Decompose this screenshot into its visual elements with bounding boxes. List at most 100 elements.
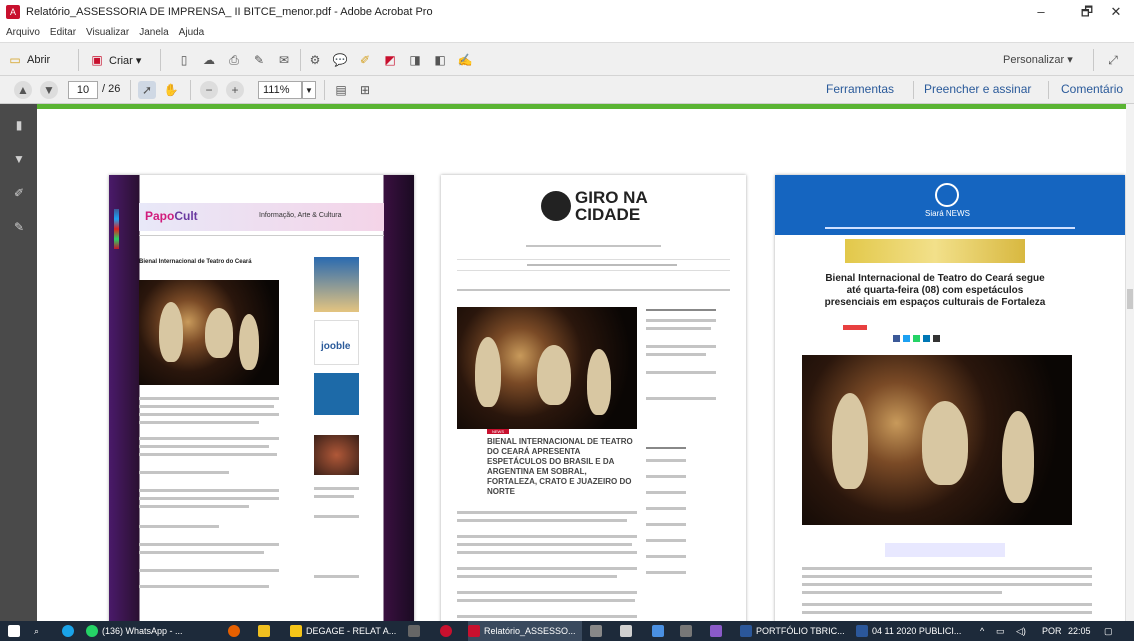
twitter-icon[interactable] — [903, 335, 910, 342]
toolbar-divider — [78, 49, 79, 71]
pen-icon — [620, 625, 632, 637]
task-portfolio[interactable]: PORTFÓLIO TBRIC... — [740, 621, 845, 641]
tray-language[interactable]: POR — [1042, 621, 1062, 641]
page-thumbnails-icon[interactable]: ▮ — [10, 116, 28, 134]
mail-icon: ✉ — [278, 53, 290, 67]
linkedin-icon[interactable] — [923, 335, 930, 342]
bookmark-icon[interactable]: ▼ — [10, 150, 28, 168]
toolbar-divider — [130, 80, 131, 100]
combine-button[interactable]: ◨ — [406, 51, 424, 69]
export-button[interactable]: ◧ — [431, 51, 449, 69]
tray-chevron[interactable]: ^ — [980, 621, 984, 641]
zoom-input[interactable]: 111% — [258, 81, 302, 99]
tray-clock[interactable]: 22:05 — [1068, 621, 1091, 641]
zoom-in-button[interactable]: + — [226, 81, 244, 99]
next-page-button[interactable]: ▼ — [40, 81, 58, 99]
network-icon: ▭ — [996, 625, 1005, 636]
search-button[interactable]: ⌕ — [34, 621, 39, 641]
article-photo — [457, 307, 637, 429]
scrollbar-thumb[interactable] — [1127, 289, 1133, 309]
attachment-icon[interactable]: ✐ — [10, 184, 28, 202]
tray-volume[interactable]: ◁) — [1016, 621, 1026, 641]
edit-button[interactable]: ✎ — [250, 51, 268, 69]
comment-pane-button[interactable]: Comentário — [1061, 82, 1123, 96]
toolbar-divider — [913, 81, 914, 99]
email-icon[interactable] — [933, 335, 940, 342]
task-degage[interactable]: DEGAGE - RELAT A... — [290, 621, 396, 641]
menu-visualizar[interactable]: Visualizar — [86, 27, 129, 38]
highlight-icon: ✐ — [359, 53, 371, 67]
select-tool-button[interactable]: ➚ — [138, 81, 156, 99]
prev-page-button[interactable]: ▲ — [14, 81, 32, 99]
minus-icon: − — [200, 81, 218, 99]
gear-icon: ⚙ — [309, 53, 321, 67]
sign-button[interactable]: ✍ — [456, 51, 474, 69]
task-pen[interactable] — [620, 621, 636, 641]
task-media[interactable] — [652, 621, 668, 641]
site-logo: PapoCult — [145, 209, 198, 223]
browser-icon — [62, 625, 74, 637]
category-badge — [843, 325, 867, 330]
task-people[interactable] — [710, 621, 726, 641]
fit-width-button[interactable]: ⊞ — [356, 81, 374, 99]
acrobat-icon: A — [6, 5, 20, 19]
article-photo — [802, 355, 1072, 525]
task-publico[interactable]: 04 11 2020 PUBLICI... — [856, 621, 961, 641]
fit-page-icon: ▤ — [335, 83, 347, 97]
pdf-page-papocult: PapoCult Informação, Arte & Cultura Bien… — [109, 175, 414, 621]
task-edge[interactable] — [62, 621, 78, 641]
facebook-icon[interactable] — [893, 335, 900, 342]
minimize-button[interactable]: – — [1018, 0, 1064, 24]
start-button[interactable] — [8, 621, 24, 641]
page-total-label: / 26 — [102, 83, 121, 95]
highlight-button[interactable]: ✐ — [356, 51, 374, 69]
task-calc2[interactable] — [680, 621, 696, 641]
chrome-icon — [86, 625, 98, 637]
site-header: Siará NEWS — [775, 175, 1125, 235]
task-app[interactable] — [258, 621, 274, 641]
task-firefox[interactable] — [228, 621, 244, 641]
document-view[interactable]: PapoCult Informação, Arte & Cultura Bien… — [37, 109, 1126, 621]
open-button[interactable]: ▭ Abrir — [6, 51, 50, 69]
create-label: Criar ▾ — [109, 54, 142, 67]
hand-tool-button[interactable]: ✋ — [162, 81, 180, 99]
whatsapp-icon[interactable] — [913, 335, 920, 342]
toolbar-divider — [300, 49, 301, 71]
tray-network[interactable]: ▭ — [996, 621, 1005, 641]
page-number-input[interactable]: 10 — [68, 81, 98, 99]
fill-sign-pane-button[interactable]: Preencher e assinar — [924, 82, 1031, 96]
navigation-toolbar: ▲ ▼ 10 / 26 ➚ ✋ − + 111% ▼ ▤ ⊞ Ferrament… — [0, 76, 1134, 104]
edit-icon: ✎ — [253, 53, 265, 67]
vertical-scrollbar[interactable] — [1126, 104, 1134, 621]
zoom-out-button[interactable]: − — [200, 81, 218, 99]
customize-button[interactable]: Personalizar ▾ — [1003, 53, 1073, 66]
menu-arquivo[interactable]: Arquivo — [6, 27, 40, 38]
comment-button[interactable]: 💬 — [331, 51, 349, 69]
close-button[interactable]: ✕ — [1098, 0, 1134, 24]
menu-janela[interactable]: Janela — [139, 27, 168, 38]
task-record[interactable] — [440, 621, 456, 641]
task-filezilla[interactable] — [590, 621, 606, 641]
create-button[interactable]: ▣ Criar ▾ — [88, 51, 141, 69]
zoom-dropdown[interactable]: ▼ — [302, 81, 316, 99]
combine-icon: ◨ — [409, 53, 421, 67]
fit-page-button[interactable]: ▤ — [332, 81, 350, 99]
stamp-button[interactable]: ◩ — [381, 51, 399, 69]
expand-button[interactable]: ⤢ — [1104, 51, 1122, 69]
notifications-button[interactable]: ▢ — [1104, 621, 1113, 641]
cloud-button[interactable]: ☁ — [200, 51, 218, 69]
signature-icon[interactable]: ✎ — [10, 218, 28, 236]
print-button[interactable]: ⎙ — [225, 51, 243, 69]
task-calculator[interactable] — [408, 621, 424, 641]
menu-ajuda[interactable]: Ajuda — [179, 27, 205, 38]
email-button[interactable]: ✉ — [275, 51, 293, 69]
tool-icon — [590, 625, 602, 637]
comment-icon: 💬 — [332, 53, 348, 67]
page-icon-button[interactable]: ▯ — [175, 51, 193, 69]
tools-pane-button[interactable]: Ferramentas — [826, 82, 894, 96]
task-whatsapp[interactable]: (136) WhatsApp - ... — [86, 621, 183, 641]
menu-editar[interactable]: Editar — [50, 27, 76, 38]
site-header: PapoCult Informação, Arte & Cultura — [139, 203, 384, 231]
task-relatorio[interactable]: Relatório_ASSESSO... — [468, 621, 582, 641]
settings-button[interactable]: ⚙ — [306, 51, 324, 69]
